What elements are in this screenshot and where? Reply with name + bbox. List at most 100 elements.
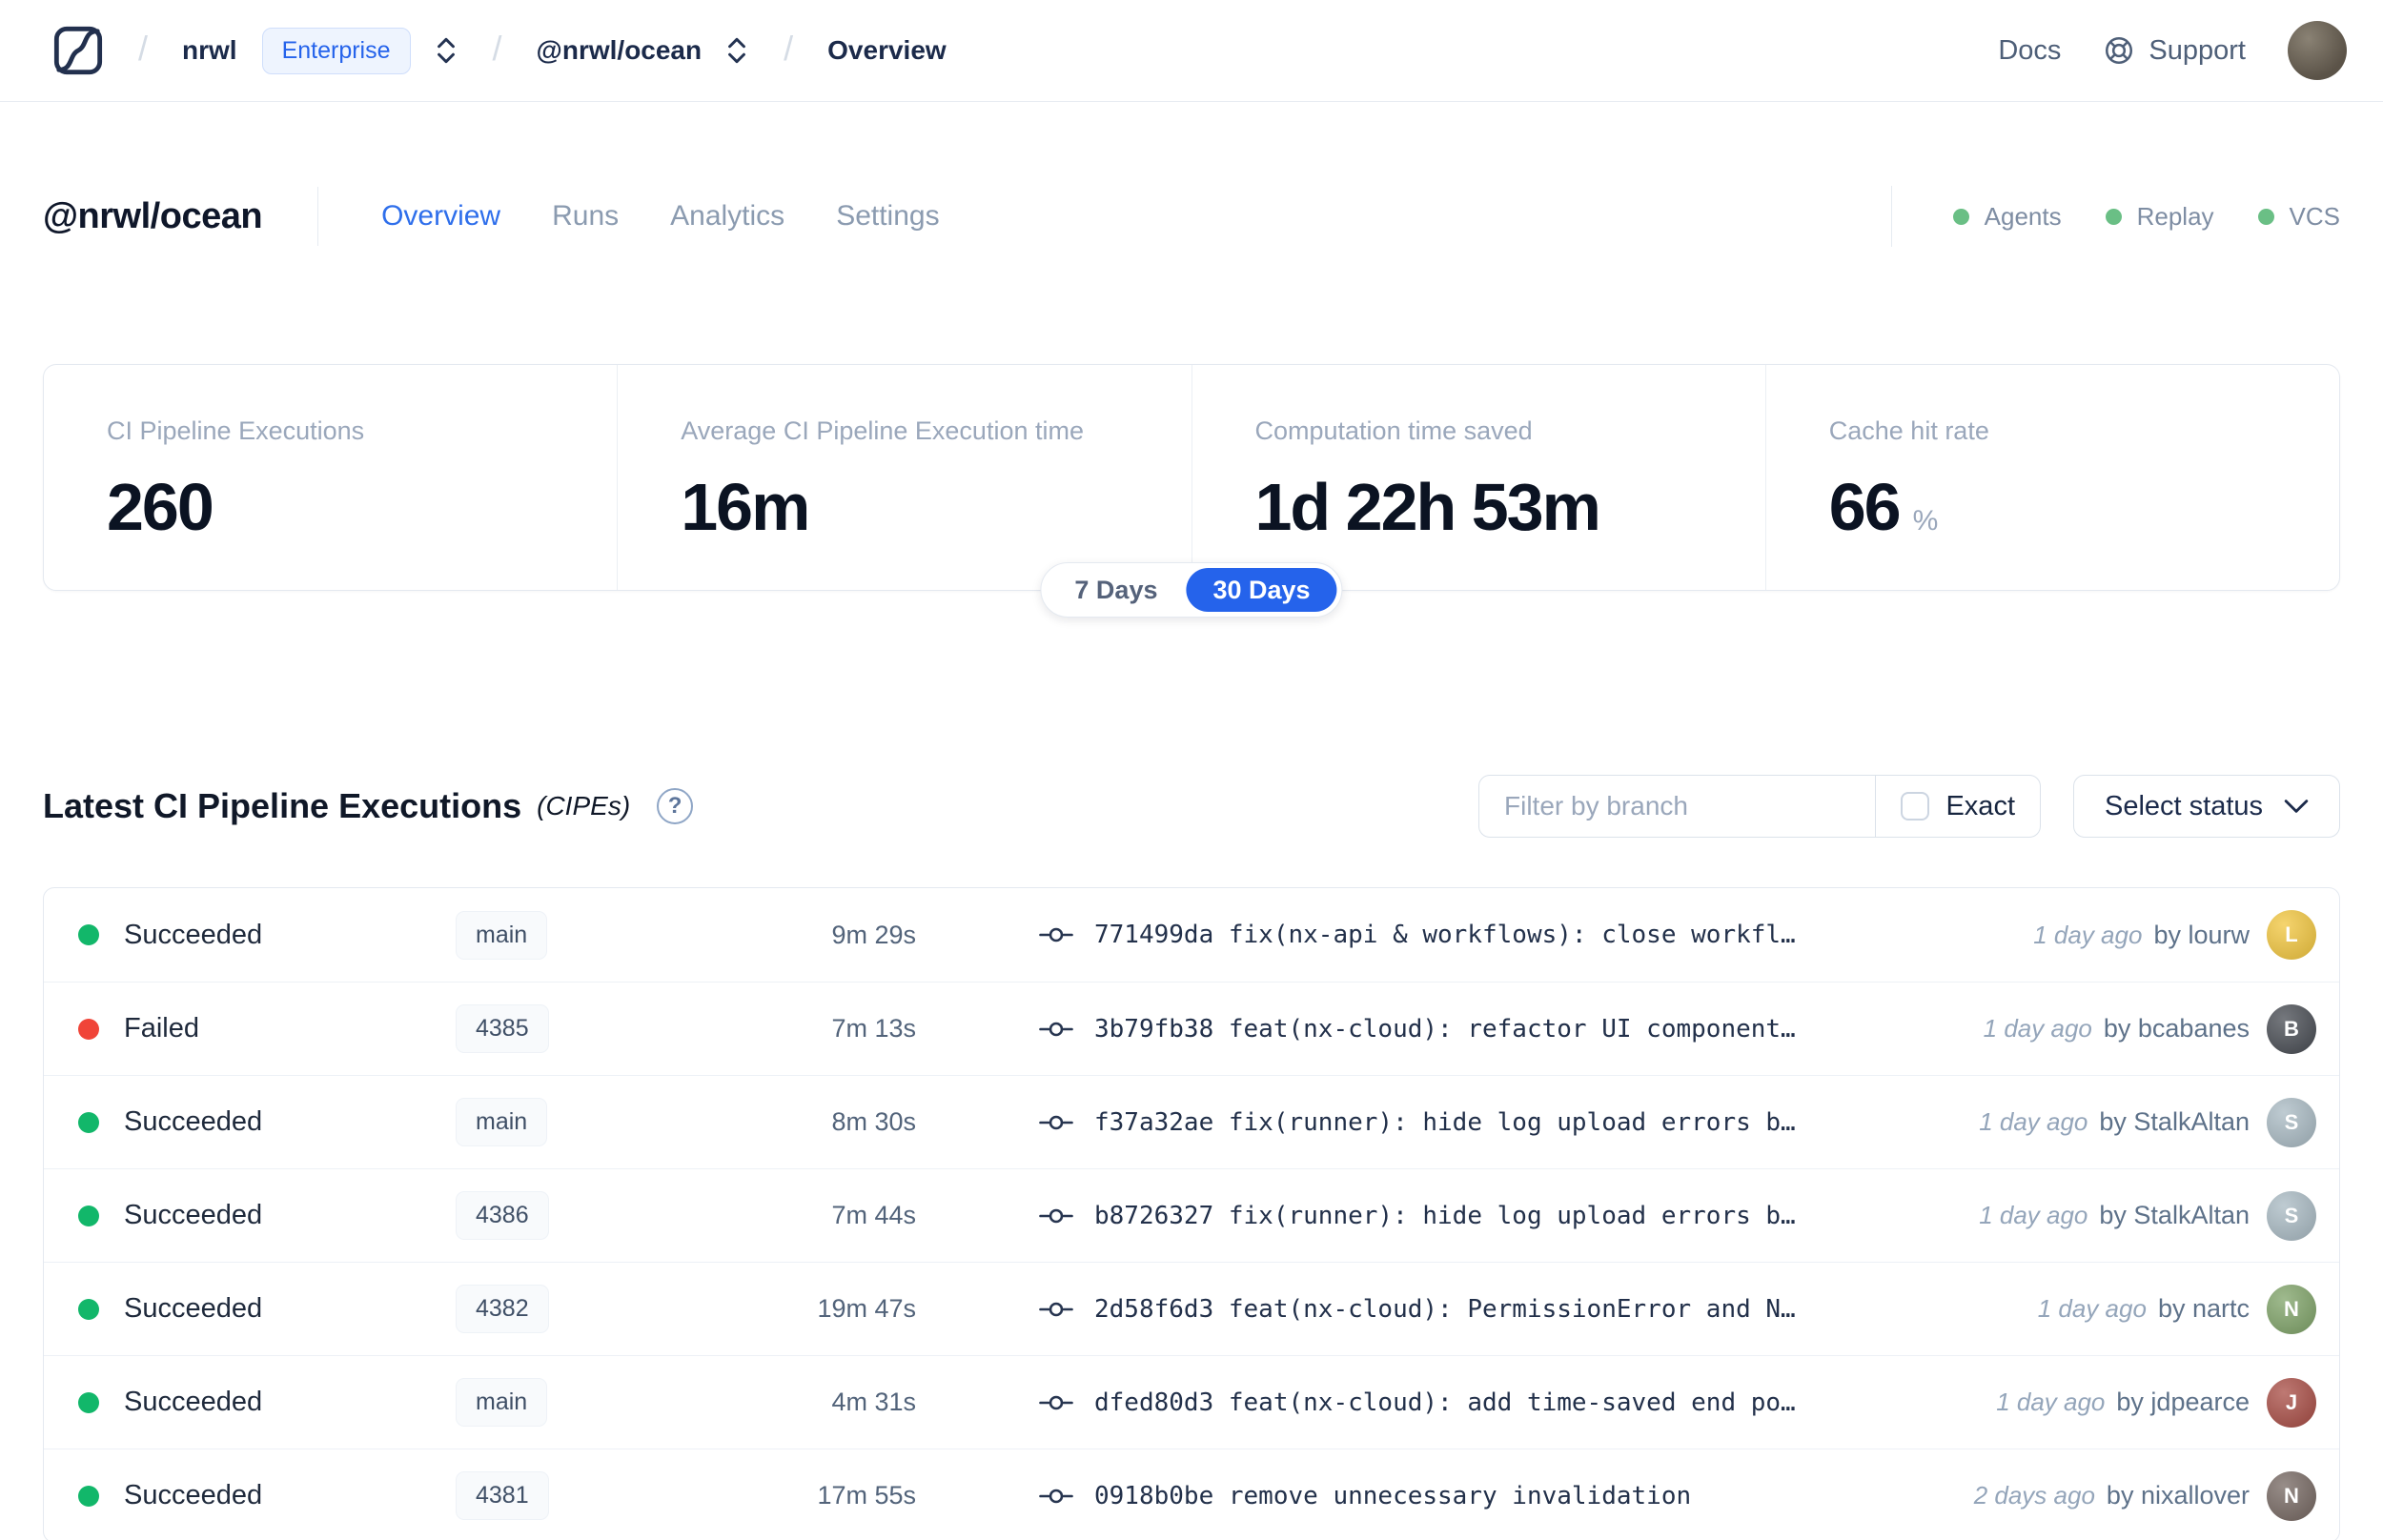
service-replay[interactable]: Replay [2105, 202, 2214, 232]
breadcrumb: / nrwl Enterprise / @nrwl/ocean / Overvi… [52, 25, 947, 76]
status-cell: Succeeded [78, 920, 456, 951]
help-icon[interactable]: ? [657, 788, 694, 824]
meta-cell: 1 day ago by lourw L [2033, 910, 2316, 960]
status-cell: Succeeded [78, 1106, 456, 1138]
duration-cell: 19m 47s [817, 1294, 916, 1323]
branch-cell: main [456, 1098, 642, 1146]
cipe-row[interactable]: Failed 4385 7m 13s 3b79fb38 feat(nx-clou… [44, 982, 2339, 1075]
stat-label: Cache hit rate [1828, 416, 1989, 445]
user-avatar[interactable] [2288, 21, 2347, 80]
commit-cell: dfed80d3 feat(nx-cloud): add time-saved … [1039, 1388, 1973, 1417]
git-commit-icon [1039, 922, 1073, 947]
tab-analytics[interactable]: Analytics [670, 200, 784, 233]
author: by nartc [2157, 1294, 2250, 1323]
exact-toggle[interactable]: Exact [1876, 791, 2040, 822]
cipe-section-header: Latest CI Pipeline Executions (CIPEs) ? … [43, 775, 2340, 838]
branch-badge[interactable]: 4385 [456, 1004, 549, 1053]
status-label: Succeeded [124, 1106, 263, 1137]
branch-filter-input[interactable] [1479, 776, 1876, 837]
status-dot [78, 1298, 99, 1320]
breadcrumb-workspace[interactable]: @nrwl/ocean [537, 35, 703, 66]
meta-cell: 1 day ago by jdpearce J [1996, 1377, 2316, 1428]
duration-cell: 9m 29s [831, 920, 916, 949]
cipe-row[interactable]: Succeeded 4381 17m 55s 0918b0be remove u… [44, 1449, 2339, 1540]
breadcrumb-org[interactable]: nrwl [182, 35, 237, 66]
stat-ci-pipeline-executions: CI Pipeline Executions 260 [44, 365, 617, 590]
author: by StalkAltan [2099, 1107, 2250, 1136]
service-status-group: Agents Replay VCS [1890, 186, 2340, 247]
commit-message: 2d58f6d3 feat(nx-cloud): PermissionError… [1094, 1294, 1796, 1324]
branch-badge[interactable]: main [456, 1378, 548, 1427]
git-commit-icon [1039, 1017, 1073, 1042]
cipe-row[interactable]: Succeeded main 4m 31s dfed80d3 feat(nx-c… [44, 1355, 2339, 1449]
time-ago: 1 day ago [1983, 1014, 2092, 1043]
branch-cell: 4381 [456, 1471, 642, 1520]
breadcrumb-separator: / [492, 29, 502, 68]
status-cell: Succeeded [78, 1387, 456, 1418]
cipe-row[interactable]: Succeeded 4382 19m 47s 2d58f6d3 feat(nx-… [44, 1262, 2339, 1355]
divider [317, 187, 319, 246]
branch-badge[interactable]: 4382 [456, 1285, 549, 1333]
branch-filter-group: Exact [1478, 775, 2041, 838]
time-ago: 1 day ago [1979, 1107, 2088, 1136]
service-status-dot [1952, 208, 1969, 225]
status-dot [78, 1205, 99, 1226]
author-avatar: L [2267, 910, 2316, 960]
workspace-selector-icon[interactable] [724, 34, 749, 67]
branch-badge[interactable]: main [456, 1098, 548, 1146]
stat-average-execution-time: Average CI Pipeline Execution time 16m [617, 365, 1191, 590]
branch-cell: main [456, 1378, 642, 1427]
exact-checkbox[interactable] [1901, 792, 1930, 821]
commit-cell: 2d58f6d3 feat(nx-cloud): PermissionError… [1039, 1295, 2015, 1324]
top-navbar: / nrwl Enterprise / @nrwl/ocean / Overvi… [0, 0, 2383, 102]
duration-cell: 7m 13s [831, 1014, 916, 1043]
date-range-toggle: 7 Days 30 Days [1040, 562, 1343, 618]
branch-cell: 4385 [456, 1004, 642, 1053]
branch-cell: main [456, 910, 642, 960]
org-selector-icon[interactable] [434, 34, 458, 67]
branch-badge[interactable]: 4381 [456, 1471, 549, 1520]
breadcrumb-page: Overview [827, 35, 947, 65]
toggle-30-days[interactable]: 30 Days [1186, 568, 1337, 612]
service-vcs[interactable]: VCS [2257, 202, 2340, 232]
author: by bcabanes [2103, 1014, 2250, 1043]
tab-settings[interactable]: Settings [836, 200, 939, 233]
cipe-row[interactable]: Succeeded 4386 7m 44s b8726327 fix(runne… [44, 1168, 2339, 1262]
status-label: Succeeded [124, 1387, 263, 1417]
tab-overview[interactable]: Overview [381, 200, 500, 233]
org-plan-badge[interactable]: Enterprise [261, 27, 411, 74]
time-ago: 1 day ago [1979, 1201, 2088, 1229]
git-commit-icon [1039, 1390, 1073, 1415]
service-status-dot [2257, 208, 2274, 225]
branch-badge[interactable]: main [456, 910, 548, 960]
support-link[interactable]: Support [2103, 34, 2246, 67]
commit-message: b8726327 fix(runner): hide log upload er… [1094, 1201, 1796, 1230]
git-commit-icon [1039, 1297, 1073, 1322]
cipe-row[interactable]: Succeeded main 8m 30s f37a32ae fix(runne… [44, 1075, 2339, 1168]
stat-label: Average CI Pipeline Execution time [681, 416, 1084, 445]
cipe-row[interactable]: Succeeded main 9m 29s 771499da fix(nx-ap… [44, 888, 2339, 982]
stat-label: Computation time saved [1254, 416, 1533, 445]
duration-cell: 7m 44s [831, 1201, 916, 1229]
status-cell: Succeeded [78, 1480, 456, 1511]
time-ago: 1 day ago [1996, 1388, 2106, 1416]
nx-logo[interactable] [52, 25, 104, 76]
author-avatar: J [2267, 1377, 2316, 1428]
select-status-dropdown[interactable]: Select status [2073, 775, 2340, 838]
tab-runs[interactable]: Runs [552, 200, 619, 233]
branch-cell: 4382 [456, 1285, 642, 1333]
service-status-dot [2105, 208, 2122, 225]
author: by jdpearce [2116, 1388, 2250, 1416]
breadcrumb-separator: / [784, 29, 794, 68]
branch-badge[interactable]: 4386 [456, 1191, 549, 1240]
docs-link[interactable]: Docs [1998, 35, 2061, 67]
commit-cell: 0918b0be remove unnecessary invalidation [1039, 1482, 1951, 1510]
toggle-7-days[interactable]: 7 Days [1046, 568, 1186, 612]
duration-cell: 4m 31s [831, 1388, 916, 1416]
status-dot [78, 1485, 99, 1507]
service-agents[interactable]: Agents [1952, 202, 2062, 232]
time-ago: 1 day ago [2033, 920, 2143, 949]
stat-unit: % [1912, 505, 1939, 537]
status-label: Failed [124, 1013, 199, 1044]
author: by nixallover [2106, 1481, 2250, 1510]
